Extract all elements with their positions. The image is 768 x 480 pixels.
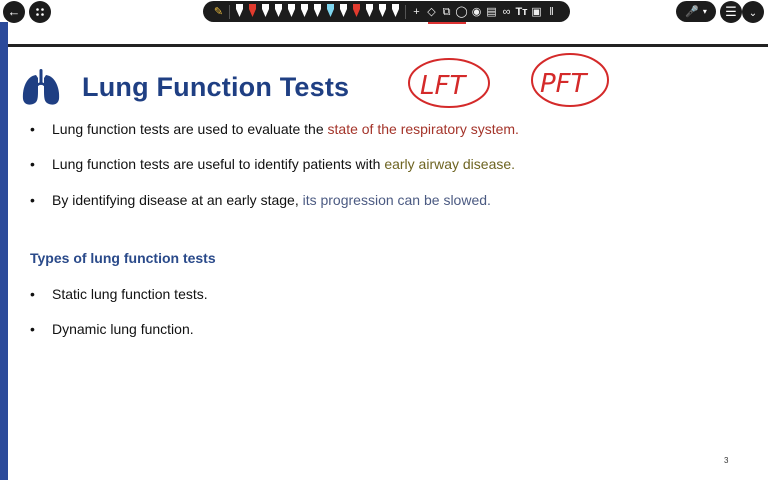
list-item: • Lung function tests are useful to ident…: [30, 156, 515, 172]
plus-icon: +: [413, 5, 420, 18]
bullet-highlight: state of the respiratory system.: [327, 121, 519, 137]
pen-slot[interactable]: [389, 3, 402, 20]
pen-tip-icon: [314, 3, 321, 17]
list-item: • Lung function tests are used to evaluat…: [30, 121, 519, 137]
type-text: Dynamic lung function.: [52, 321, 194, 337]
chevron-down-small-icon: ▾: [702, 7, 707, 16]
annotation-lft: LFT: [408, 58, 490, 108]
pen-slot[interactable]: [376, 3, 389, 20]
bullet-text: By identifying disease at an early stage…: [52, 192, 303, 208]
menu-icon: ☰: [725, 4, 737, 19]
menu-button[interactable]: ☰: [720, 1, 742, 23]
back-button[interactable]: ←: [3, 1, 25, 23]
shapes-icon: ⧉: [442, 5, 451, 18]
pen-slot[interactable]: [363, 3, 376, 20]
active-tool-indicator: [428, 22, 466, 24]
mic-control[interactable]: 🎤 ▾: [676, 1, 716, 22]
microphone-icon: 🎤: [685, 6, 699, 18]
pen-palette: [233, 3, 402, 20]
pencil-tool[interactable]: ✎: [211, 4, 226, 20]
text-tool[interactable]: Tт: [514, 4, 529, 20]
pen-tip-icon: [379, 3, 386, 17]
lasso-tool[interactable]: ◯: [454, 4, 469, 20]
pen-tip-icon: [288, 3, 295, 17]
toolbar-separator: [229, 4, 230, 19]
pen-slot[interactable]: [272, 3, 285, 20]
palette-icon: ◉: [471, 5, 482, 18]
bullet-text: Lung function tests are used to evaluate…: [52, 121, 328, 137]
link-icon: ∞: [502, 5, 511, 18]
lungs-icon: [22, 69, 60, 105]
grid-menu-button[interactable]: [29, 1, 51, 23]
annotation-text: LFT: [420, 71, 467, 101]
pen-slot[interactable]: [324, 3, 337, 20]
list-item: • Dynamic lung function.: [30, 321, 194, 337]
page-title: Lung Function Tests: [82, 71, 350, 102]
bullet-dot: •: [30, 286, 35, 302]
type-text: Static lung function tests.: [52, 286, 208, 302]
pen-slot[interactable]: [311, 3, 324, 20]
eraser-tool[interactable]: ◇: [424, 4, 439, 20]
pen-slot[interactable]: [233, 3, 246, 20]
slide-left-accent: [0, 22, 8, 480]
more-tool[interactable]: ‖: [544, 4, 559, 20]
pen-tip-icon: [249, 3, 256, 17]
pen-tip-icon: [262, 3, 269, 17]
pen-slot[interactable]: [298, 3, 311, 20]
bullet-highlight: early airway disease.: [384, 156, 516, 172]
bullet-dot: •: [30, 121, 35, 137]
list-item: • By identifying disease at an early stag…: [30, 192, 491, 208]
page-number: 3: [724, 456, 729, 465]
pen-tip-icon: [392, 3, 399, 17]
pen-slot[interactable]: [285, 3, 298, 20]
bullet-text: Lung function tests are useful to identi…: [52, 156, 385, 172]
sticker-tool[interactable]: ◉: [469, 4, 484, 20]
pencil-icon: ✎: [213, 5, 224, 18]
chevron-down-icon: ⌄: [748, 8, 758, 19]
eraser-icon: ◇: [427, 5, 436, 18]
text-icon: Tт: [515, 5, 528, 18]
bullet-dot: •: [30, 321, 35, 337]
image-icon: ▣: [531, 5, 542, 18]
annotation-text: PFT: [540, 69, 589, 99]
slide-header: Lung Function Tests: [20, 66, 349, 108]
pen-tip-icon: [353, 3, 360, 17]
pen-slot[interactable]: [337, 3, 350, 20]
pen-tip-icon: [366, 3, 373, 17]
lasso-icon: ◯: [455, 5, 468, 18]
pen-tip-icon: [275, 3, 282, 17]
pen-tip-icon: [301, 3, 308, 17]
highlighter-icon: ▤: [486, 5, 497, 18]
add-pen-button[interactable]: +: [409, 4, 424, 20]
pen-slot[interactable]: [259, 3, 272, 20]
back-arrow-icon: ←: [7, 4, 21, 19]
link-tool[interactable]: ∞: [499, 4, 514, 20]
pen-tip-icon: [327, 3, 334, 17]
pen-slot[interactable]: [246, 3, 259, 20]
shapes-tool[interactable]: ⧉: [439, 4, 454, 20]
section-heading: Types of lung function tests: [30, 250, 216, 266]
pen-tip-icon: [236, 3, 243, 17]
list-item: • Static lung function tests.: [30, 286, 208, 302]
collapse-button[interactable]: ⌄: [742, 1, 764, 23]
slide-top-rule: [8, 44, 768, 47]
drag-handle-icon: ‖: [549, 5, 554, 18]
bullet-dot: •: [30, 156, 35, 172]
highlighter-tool[interactable]: ▤: [484, 4, 499, 20]
pen-tip-icon: [340, 3, 347, 17]
image-tool[interactable]: ▣: [529, 4, 544, 20]
pen-slot[interactable]: [350, 3, 363, 20]
annotation-toolbar: ✎ + ◇ ⧉ ◯ ◉ ▤ ∞ Tт ▣ ‖: [203, 1, 570, 22]
grid-menu-icon: [35, 5, 45, 20]
toolbar-separator: [405, 4, 406, 19]
bullet-highlight: its progression can be slowed.: [302, 192, 491, 208]
annotation-pft: PFT: [531, 53, 609, 107]
bullet-dot: •: [30, 192, 35, 208]
